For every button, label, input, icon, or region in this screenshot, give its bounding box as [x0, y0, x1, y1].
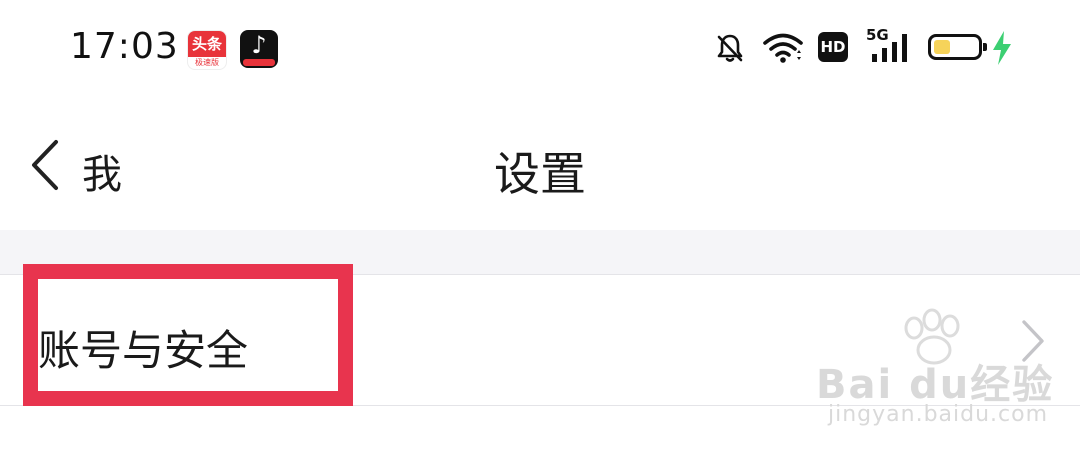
toutiao-icon-sub: 极速版: [195, 58, 219, 67]
battery-icon: [928, 34, 987, 60]
watermark-url: jingyan.baidu.com: [828, 402, 1049, 427]
toutiao-app-icon: 头条 极速版: [187, 30, 227, 70]
page-title: 设置: [494, 147, 586, 201]
settings-item-label: 账号与安全: [38, 326, 249, 375]
battery-cap: [983, 43, 987, 51]
douyin-icon-strip: [243, 59, 275, 66]
hd-badge: HD: [818, 32, 848, 62]
nav-bar: 我 设置: [0, 100, 1080, 230]
status-bar: 17:03 头条 极速版 ♪ HD 5G: [0, 0, 1080, 100]
signal-bars-icon: [872, 34, 907, 62]
status-time: 17:03: [70, 26, 179, 67]
wifi-icon: [763, 33, 803, 63]
charging-bolt-icon: [993, 31, 1011, 65]
section-divider: [0, 230, 1080, 275]
bell-muted-icon: [717, 34, 743, 62]
battery-level: [934, 40, 950, 54]
douyin-app-icon: ♪: [240, 30, 278, 68]
baidu-jingyan-watermark: Bai du经验 jingyan.baidu.com: [816, 308, 1056, 432]
toutiao-icon-label: 头条: [188, 31, 226, 57]
douyin-note-icon: ♪: [251, 31, 267, 59]
